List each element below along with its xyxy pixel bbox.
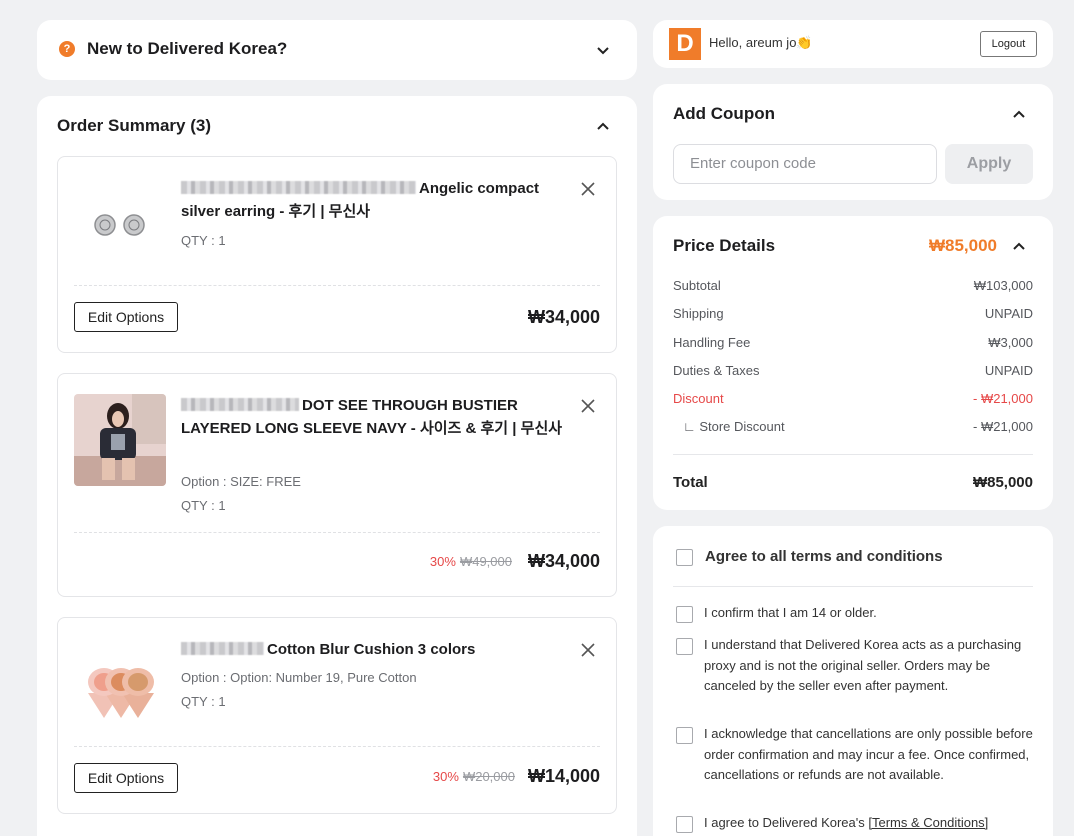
price-details-card: Price Details ₩85,000 Subtotal ₩103,000 S… <box>653 216 1053 510</box>
discount-info: 30% ₩49,000 <box>430 554 512 569</box>
agree-all-checkbox[interactable] <box>676 549 693 566</box>
order-item: DOT SEE THROUGH BUSTIER LAYERED LONG SLE… <box>57 373 617 597</box>
brand-logo: D <box>669 28 701 60</box>
order-item: Angelic compact silver earring - 후기 | 무신… <box>57 156 617 353</box>
remove-item-icon[interactable] <box>580 642 596 658</box>
price-row-duties: Duties & Taxes UNPAID <box>673 363 1033 378</box>
term-label-proxy: I understand that Delivered Korea acts a… <box>704 637 1022 693</box>
term-checkbox-proxy[interactable] <box>676 638 693 655</box>
edit-options-button[interactable]: Edit Options <box>74 763 178 793</box>
term-label-terms: I agree to Delivered Korea's [Terms & Co… <box>704 815 989 830</box>
price-row-shipping: Shipping UNPAID <box>673 306 1033 321</box>
remove-item-icon[interactable] <box>580 181 596 197</box>
price-row-subtotal: Subtotal ₩103,000 <box>673 278 1033 293</box>
product-image[interactable] <box>74 394 166 486</box>
price-row-discount: Discount - ₩21,000 <box>673 391 1033 406</box>
blurred-brand <box>181 642 264 655</box>
total-value: ₩85,000 <box>972 474 1033 491</box>
item-price: ₩14,000 <box>527 766 600 786</box>
term-label-cancellation: I acknowledge that cancellations are onl… <box>704 726 1033 782</box>
order-summary-title: Order Summary (3) <box>57 116 211 135</box>
item-price: ₩34,000 <box>527 307 600 327</box>
question-icon: ? <box>59 41 75 57</box>
terms-conditions-link[interactable]: [Terms & Conditions] <box>868 815 988 830</box>
chevron-down-icon[interactable] <box>595 42 611 58</box>
remove-item-icon[interactable] <box>580 398 596 414</box>
product-name[interactable]: Angelic compact silver earring - 후기 | 무신… <box>181 177 566 223</box>
term-checkbox-cancellation[interactable] <box>676 727 693 744</box>
coupon-title: Add Coupon <box>673 104 775 123</box>
apply-coupon-button[interactable]: Apply <box>945 144 1033 184</box>
total-label: Total <box>673 474 708 491</box>
discount-percent: 30% <box>432 769 459 784</box>
product-image[interactable] <box>74 177 166 269</box>
chevron-up-icon[interactable] <box>1011 106 1027 122</box>
order-item: Cotton Blur Cushion 3 colors Option : Op… <box>57 617 617 814</box>
coupon-card: Add Coupon Enter coupon code Apply <box>653 84 1053 200</box>
blurred-brand <box>181 181 416 194</box>
product-qty: QTY : 1 <box>181 694 226 709</box>
term-checkbox-terms[interactable] <box>676 816 693 833</box>
price-row-store-discount: ∟ Store Discount - ₩21,000 <box>683 419 1033 434</box>
product-option: Option : SIZE: FREE <box>181 474 301 489</box>
discount-info: 30% ₩20,000 <box>433 769 515 784</box>
blurred-brand <box>181 398 299 411</box>
product-qty: QTY : 1 <box>181 233 226 248</box>
logout-button[interactable]: Logout <box>980 31 1037 57</box>
discount-percent: 30% <box>429 554 456 569</box>
price-total-row: Total ₩85,000 <box>673 474 1033 491</box>
product-name[interactable]: Cotton Blur Cushion 3 colors <box>181 638 566 661</box>
term-label-age: I confirm that I am 14 or older. <box>704 605 877 620</box>
user-greeting: Hello, areum jo👏 <box>709 35 813 50</box>
terms-card: Agree to all terms and conditions I conf… <box>653 526 1053 836</box>
new-to-title: New to Delivered Korea? <box>87 39 288 58</box>
original-price: ₩20,000 <box>462 769 515 784</box>
product-image[interactable] <box>74 638 166 730</box>
order-summary-card: Order Summary (3) Angelic compact silver… <box>37 96 637 836</box>
price-row-handling-fee: Handling Fee ₩3,000 <box>673 335 1033 350</box>
agree-all-label: Agree to all terms and conditions <box>705 548 943 565</box>
product-qty: QTY : 1 <box>181 498 226 513</box>
price-details-title: Price Details <box>673 236 776 255</box>
chevron-up-icon[interactable] <box>595 118 611 134</box>
edit-options-button[interactable]: Edit Options <box>74 302 178 332</box>
product-option: Option : Option: Number 19, Pure Cotton <box>181 670 417 685</box>
new-to-card[interactable]: ? New to Delivered Korea? <box>37 20 637 80</box>
price-details-total: ₩85,000 <box>928 236 997 255</box>
term-checkbox-age[interactable] <box>676 606 693 623</box>
chevron-up-icon[interactable] <box>1011 238 1027 254</box>
coupon-input[interactable]: Enter coupon code <box>673 144 937 184</box>
product-name[interactable]: DOT SEE THROUGH BUSTIER LAYERED LONG SLE… <box>181 394 566 440</box>
item-price: ₩34,000 <box>527 551 600 571</box>
original-price: ₩49,000 <box>459 554 512 569</box>
user-card: D Hello, areum jo👏 Logout <box>653 20 1053 68</box>
